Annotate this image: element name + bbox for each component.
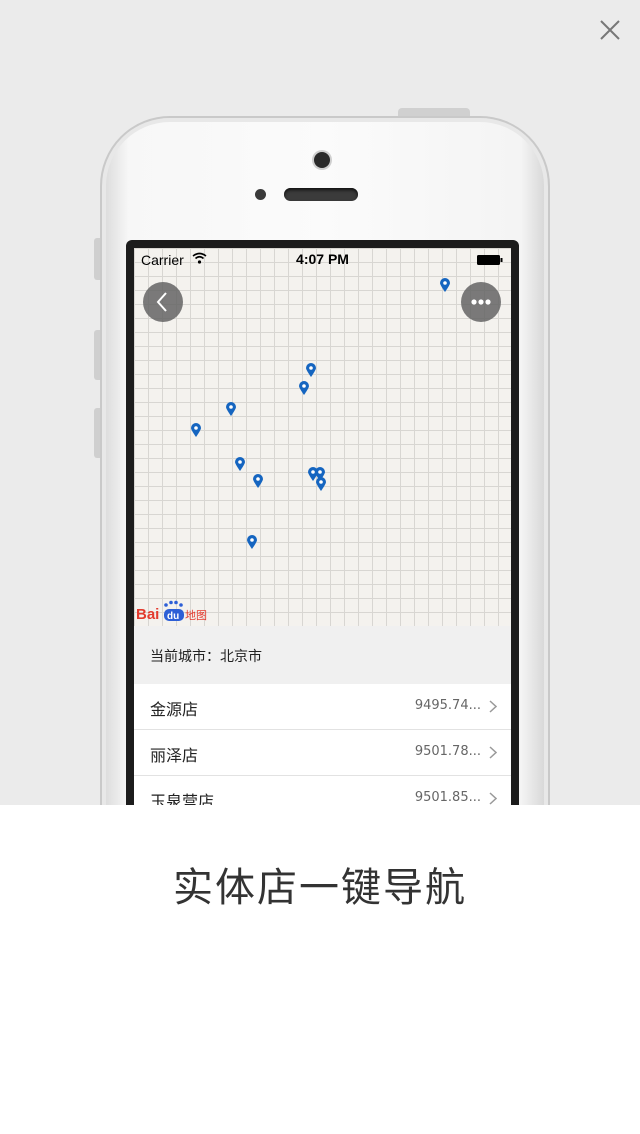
baidu-logo-bai: Bai [136,606,159,623]
status-bar: Carrier 4:07 PM [134,248,511,272]
map-pin-icon[interactable] [306,363,316,377]
chevron-right-icon [489,746,497,759]
back-button[interactable] [143,282,183,322]
map-pin-icon[interactable] [235,457,245,471]
current-city-bar: 当前城市：北京市 [134,626,511,685]
store-distance: 9495.74... [414,698,481,713]
phone-sensor [255,189,266,200]
map-pin-icon[interactable] [316,477,326,491]
close-button[interactable] [598,18,622,42]
chevron-right-icon [489,700,497,713]
map-pin-icon[interactable] [226,402,236,416]
baidu-logo-du: du [167,611,179,622]
back-chevron-icon [156,292,167,312]
list-item[interactable]: 金源店 9495.74... [134,684,511,730]
list-item[interactable]: 丽泽店 9501.78... [134,730,511,776]
status-time: 4:07 PM [296,251,349,267]
map-pin-icon[interactable] [247,535,257,549]
map-pin-icon[interactable] [440,278,450,292]
caption-panel: 实体店一键导航 [0,805,640,1134]
baidu-logo-suffix: 地图 [185,609,207,622]
close-icon [600,20,620,40]
current-city-label: 当前城市：北京市 [150,649,262,665]
chevron-right-icon [489,792,497,805]
store-list: 金源店 9495.74... 丽泽店 9501.78... 玉泉营店 9501.… [134,684,511,822]
map-pin-icon[interactable] [253,474,263,488]
store-distance: 9501.78... [414,744,481,759]
feature-caption: 实体店一键导航 [173,865,467,911]
store-distance: 9501.85... [414,790,481,805]
phone-speaker [284,188,358,201]
more-button[interactable] [461,282,501,322]
more-dots-icon [471,299,491,305]
phone-screen: Carrier 4:07 PM Bai du 地图 当前城市：北京市 金源店 9… [134,248,511,848]
store-name: 丽泽店 [150,746,199,765]
phone-camera [314,152,330,168]
map-pin-icon[interactable] [299,381,309,395]
map-pin-icon[interactable] [191,423,201,437]
store-name: 金源店 [150,700,199,719]
battery-icon [477,255,503,265]
map-view[interactable]: Carrier 4:07 PM Bai du 地图 [134,248,511,626]
baidu-map-logo: Bai du 地图 [136,598,212,624]
